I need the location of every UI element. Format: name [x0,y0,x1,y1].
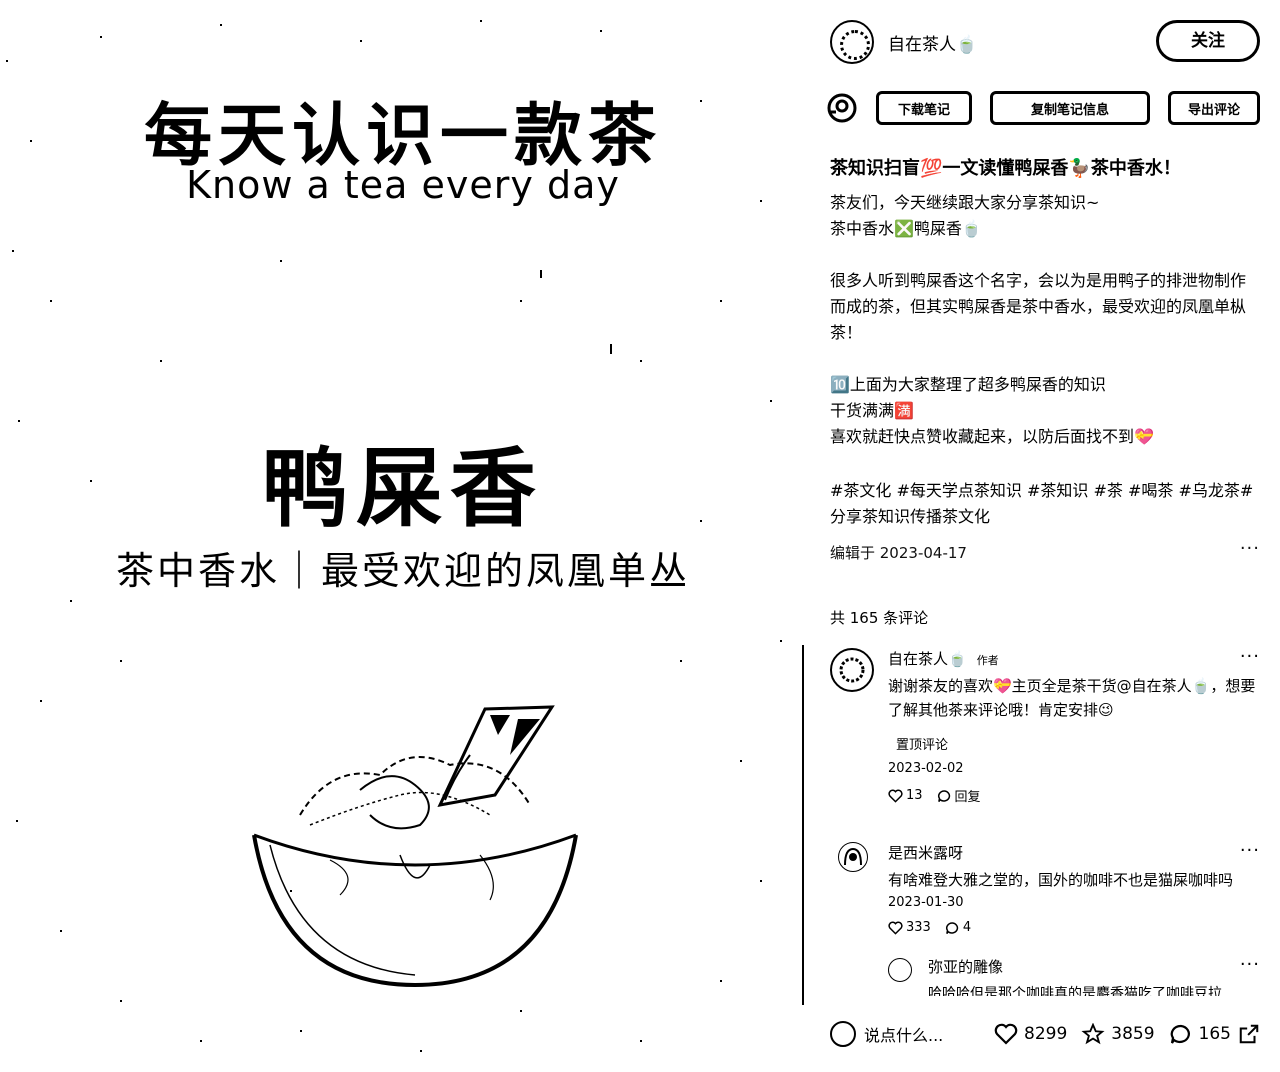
like-button[interactable]: 8299 [994,1023,1067,1045]
comment-more-button[interactable]: ··· [1240,646,1260,667]
plugin-toolbar: 下载笔记 复制笔记信息 导出评论 [826,88,1262,128]
chat-bubble-icon [945,921,958,934]
comment-text: 有啥难登大雅之堂的，国外的咖啡不也是猫屎咖啡吗 [888,871,1234,889]
comment-actions: 13 回复 [888,786,995,805]
note-detail-panel: 自在茶人🍵 关注 下载笔记 复制笔记信息 导出评论 茶知识扫盲💯一文读懂鸭屎香🦆… [806,0,1280,1072]
pinned-badge: 置顶评论 [896,738,949,753]
collect-count: 3859 [1111,1024,1155,1044]
comments-button[interactable]: 165 [1169,1023,1231,1045]
star-icon [1081,1023,1105,1045]
author-avatar[interactable] [830,20,874,64]
share-icon[interactable] [1238,1023,1260,1045]
post-paragraph: 茶友们，今天继续跟大家分享茶知识~ 茶中香水❎鸭屎香🍵 [830,193,1100,238]
image-subtitle: 茶中香水｜最受欢迎的凤凰单丛 [115,549,690,593]
comment-date: 2023-02-02 [888,761,964,776]
author-badge: 作者 [976,654,999,667]
comment-count: 共 165 条评论 [830,609,929,627]
post-body: 茶友们，今天继续跟大家分享茶知识~ 茶中香水❎鸭屎香🍵 很多人听到鸭屎香这个名字… [830,190,1260,450]
comments-total: 165 [1198,1024,1231,1044]
tea-bowl-illustration [252,705,578,988]
heart-icon [994,1023,1018,1045]
heart-icon [888,789,903,803]
commenter-avatar[interactable] [838,842,868,872]
edited-info: 编辑于 2023-04-17 ··· [830,538,1260,564]
image-tea-name: 鸭屎香 [262,438,544,539]
engagement-bar: 说点什么... 8299 3859 165 [830,1014,1260,1054]
post-tags[interactable]: #茶文化 #每天学点茶知识 #茶知识 #茶 #喝茶 #乌龙茶#分享茶知识传播茶文… [830,478,1260,530]
comment-placeholder: 说点什么... [864,1026,944,1045]
comment-more-button[interactable]: ··· [1240,956,1260,975]
post-title: 茶知识扫盲💯一文读懂鸭屎香🦆茶中香水！ [830,158,1181,179]
comment-item: 是西米露呀 ··· 有啥难登大雅之堂的，国外的咖啡不也是猫屎咖啡吗 2023-0… [830,840,1260,942]
comment-like-count: 333 [906,920,931,935]
image-title-english: Know a tea every day [186,163,620,207]
like-count: 8299 [1024,1024,1068,1044]
chat-bubble-icon [937,789,950,802]
plugin-logo-icon[interactable] [826,92,858,124]
comment-reply-button[interactable]: 4 [945,920,971,935]
comment-like-button[interactable]: 333 [888,920,931,935]
note-image[interactable]: 每天认识一款茶 Know a tea every day 鸭屎香 茶中香水｜最受… [0,0,806,1072]
author-header: 自在茶人🍵 关注 [830,18,1260,66]
comment-actions: 333 4 [888,920,985,935]
reply-label: 回复 [954,790,981,805]
commenter-name-row: 自在茶人🍵 作者 [888,648,999,669]
download-note-button[interactable]: 下载笔记 [876,91,972,125]
commenter-avatar[interactable] [830,648,874,692]
comment-like-count: 13 [906,788,923,803]
post-paragraph: 很多人听到鸭屎香这个名字，会以为是用鸭子的排泄物制作而成的茶，但其实鸭屎香是茶中… [830,271,1247,342]
commenter-avatar[interactable] [888,958,912,982]
panel-divider [802,645,804,1005]
heart-icon [888,921,903,935]
comment-text: 谢谢茶友的喜欢💝主页全是茶干货@自在茶人🍵，想要了解其他茶来评论哦！肯定安排😉 [888,677,1256,719]
comment-like-button[interactable]: 13 [888,788,923,803]
collect-button[interactable]: 3859 [1081,1023,1155,1045]
chat-bubble-icon [1170,1024,1190,1044]
comment-item: 自在茶人🍵 作者 ··· 谢谢茶友的喜欢💝主页全是茶干货@自在茶人🍵，想要了解其他… [830,646,1260,808]
comment-input[interactable]: 说点什么... [830,1021,980,1047]
edited-date: 编辑于 2023-04-17 [830,544,967,562]
post-paragraph: 🔟上面为大家整理了超多鸭屎香的知识 干货满满🈵 喜欢就赶快点赞收藏起来，以防后面… [830,375,1154,446]
reply-item: 弥亚的雕像 ··· 哈哈哈但是那个咖啡真的是麝香猫吃了咖啡豆拉 [888,956,1260,996]
follow-button[interactable]: 关注 [1156,20,1260,62]
commenter-name[interactable]: 自在茶人🍵 [888,650,967,668]
comment-text: 哈哈哈但是那个咖啡真的是麝香猫吃了咖啡豆拉 [928,986,1222,996]
commenter-name[interactable]: 弥亚的雕像 [928,956,1003,977]
user-avatar [830,1021,856,1047]
export-comments-button[interactable]: 导出评论 [1168,91,1260,125]
commenter-name[interactable]: 是西米露呀 [888,842,963,863]
reply-count: 4 [962,920,972,935]
comment-reply-button[interactable]: 回复 [937,786,981,805]
copy-note-info-button[interactable]: 复制笔记信息 [990,91,1150,125]
author-name[interactable]: 自在茶人🍵 [888,30,977,55]
comment-date: 2023-01-30 [888,895,964,910]
comment-more-button[interactable]: ··· [1240,840,1260,861]
post-more-button[interactable]: ··· [1240,538,1260,559]
